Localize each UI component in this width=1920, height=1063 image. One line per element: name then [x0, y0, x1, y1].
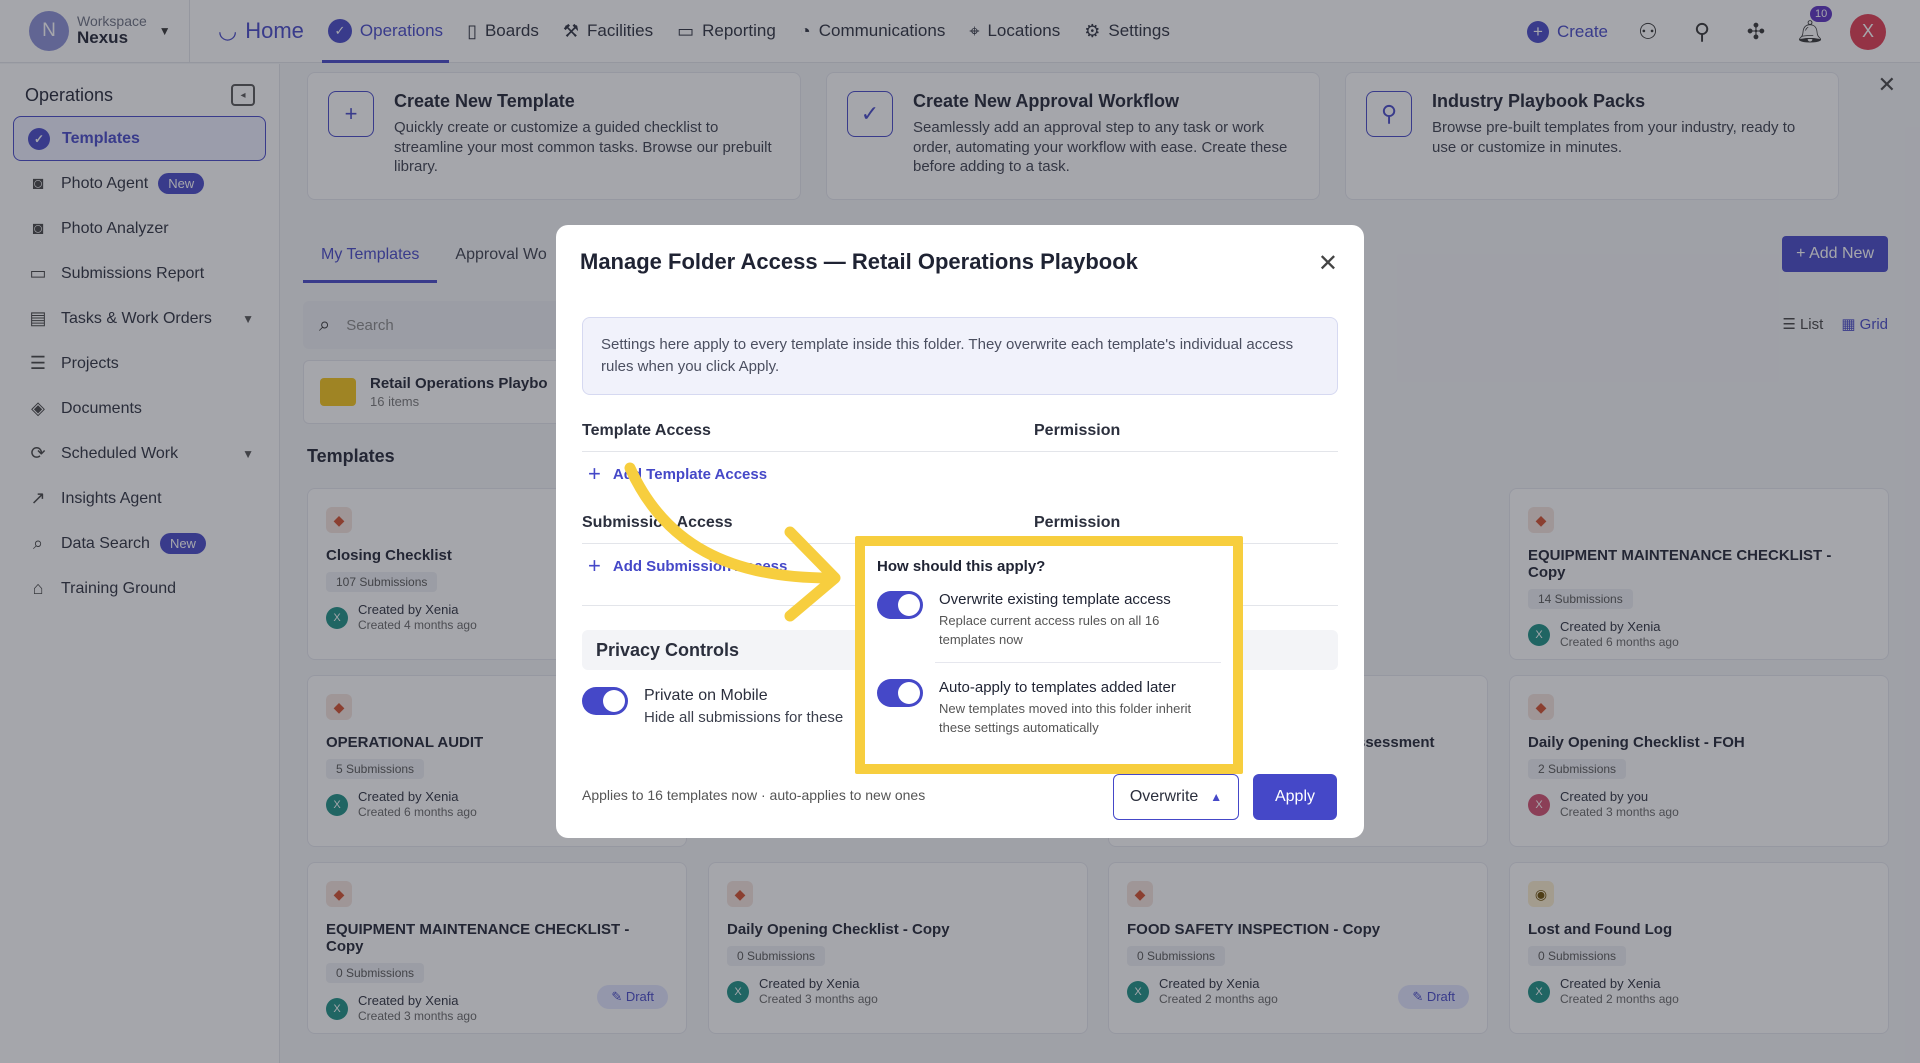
plus-icon: +	[588, 461, 601, 486]
divider	[582, 451, 1338, 452]
modal-title: Manage Folder Access — Retail Operations…	[580, 249, 1138, 274]
submission-access-header: Submission Access Permission	[582, 514, 1338, 532]
add-submission-access-button[interactable]: + Add Submission Access	[588, 553, 787, 579]
submission-access-label: Submission Access	[582, 514, 733, 531]
plus-icon: +	[588, 553, 601, 578]
add-template-access-button[interactable]: + Add Template Access	[588, 461, 767, 487]
overwrite-existing-option: Overwrite existing template access Repla…	[877, 591, 1221, 650]
add-template-access-label: Add Template Access	[612, 465, 768, 483]
add-submission-access-label: Add Submission Access	[612, 557, 788, 575]
apply-button[interactable]: Apply	[1253, 774, 1337, 820]
private-on-mobile-toggle[interactable]	[582, 687, 628, 715]
option-title: Overwrite existing template access	[939, 591, 1171, 608]
option-title: Auto-apply to templates added later	[939, 678, 1176, 696]
info-box: Settings here apply to every template in…	[582, 317, 1338, 395]
popover-title: How should this apply?	[877, 558, 1046, 575]
private-on-mobile-desc: Hide all submissions for these	[644, 709, 844, 726]
auto-apply-toggle[interactable]	[877, 678, 923, 707]
overwrite-label: Overwrite	[1129, 788, 1199, 805]
template-access-label: Template Access	[582, 422, 711, 439]
option-desc: Replace current access rules on all 16 t…	[939, 613, 1160, 647]
close-icon[interactable]: ✕	[1318, 249, 1338, 278]
template-access-header: Template Access Permission	[582, 422, 1338, 440]
divider	[935, 661, 1221, 663]
overwrite-existing-toggle[interactable]	[877, 591, 923, 619]
chevron-up-icon: ▲	[1210, 790, 1223, 804]
option-desc: New templates moved into this folder inh…	[939, 700, 1192, 735]
apply-mode-popover: How should this apply? Overwrite existin…	[865, 546, 1233, 764]
auto-apply-option: Auto-apply to templates added later New …	[877, 678, 1221, 738]
permission-label: Permission	[1034, 422, 1121, 439]
footer-note: Applies to 16 templates now · auto-appli…	[582, 787, 926, 803]
overwrite-mode-dropdown[interactable]: Overwrite ▲	[1113, 774, 1239, 820]
private-on-mobile-title: Private on Mobile	[644, 687, 768, 704]
private-on-mobile-row: Private on Mobile Hide all submissions f…	[582, 687, 843, 726]
permission-label: Permission	[1034, 514, 1121, 531]
